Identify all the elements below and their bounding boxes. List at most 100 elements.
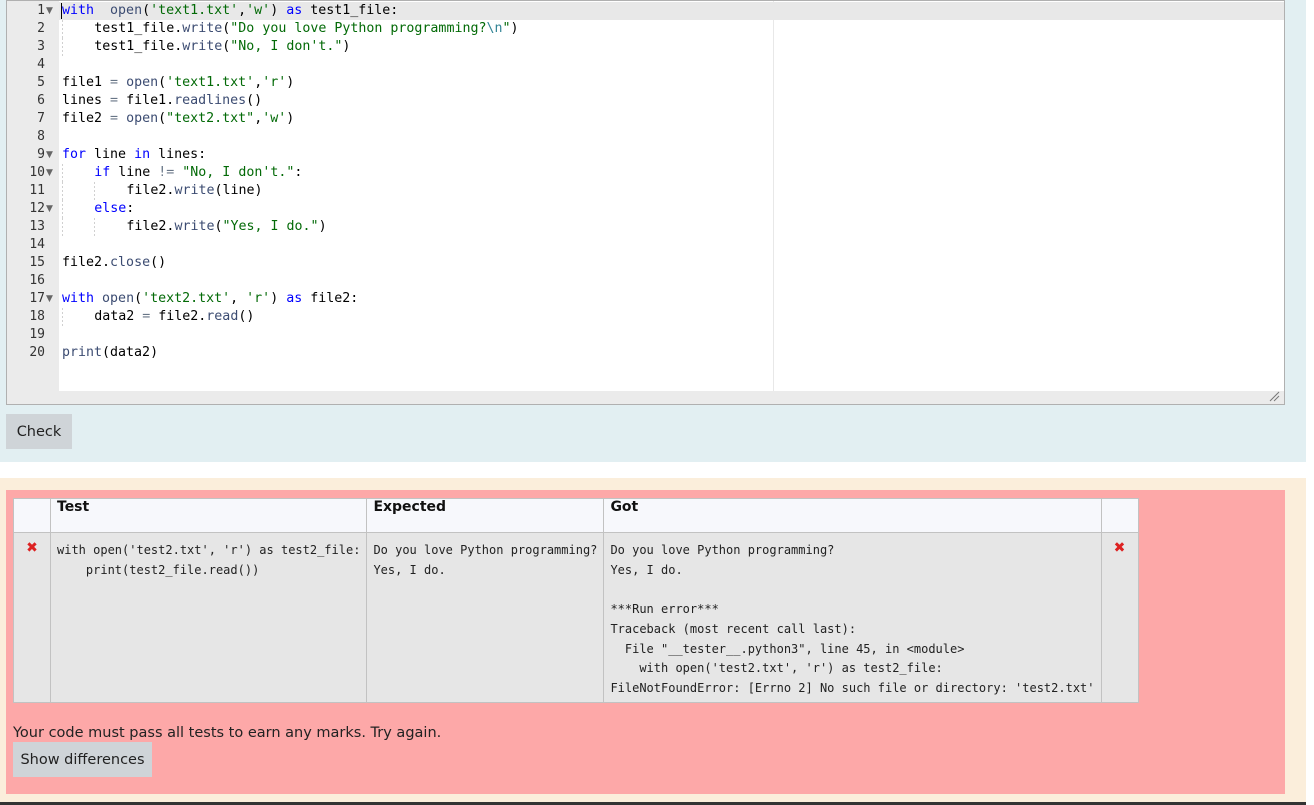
line-number: 3 bbox=[37, 39, 45, 54]
line-number: 14 bbox=[29, 237, 45, 252]
code-token: "Do you love Python programming? bbox=[230, 21, 487, 36]
got-column-header: Got bbox=[603, 498, 1102, 533]
code-token: write bbox=[174, 183, 215, 198]
code-token: file1. bbox=[118, 93, 175, 108]
code-token: : bbox=[294, 165, 303, 180]
indent-guide bbox=[62, 164, 63, 182]
code-token: , bbox=[254, 75, 263, 90]
line-number: 5 bbox=[37, 75, 45, 90]
line-number: 18 bbox=[29, 309, 45, 324]
code-line[interactable]: file1 = open('text1.txt','r') bbox=[62, 74, 294, 92]
resize-grip-icon[interactable] bbox=[1268, 390, 1280, 402]
line-number: 12 bbox=[29, 201, 45, 216]
code-token: line bbox=[86, 147, 135, 162]
code-token: lines: bbox=[150, 147, 207, 162]
code-token: data2 bbox=[94, 309, 143, 324]
code-line[interactable]: lines = file1.readlines() bbox=[62, 92, 262, 110]
code-token: lines bbox=[62, 93, 111, 108]
fold-arrow-icon[interactable]: ▼ bbox=[46, 146, 53, 164]
code-line[interactable]: for line in lines: bbox=[62, 146, 206, 164]
code-token: = bbox=[110, 75, 119, 90]
code-token: ( bbox=[142, 3, 151, 18]
code-token: with bbox=[62, 3, 95, 18]
code-token: file2: bbox=[302, 291, 359, 306]
code-token: ) bbox=[286, 75, 295, 90]
code-token: print bbox=[62, 345, 103, 360]
results-header-row: Test Expected Got bbox=[13, 498, 1139, 533]
fold-arrow-icon[interactable]: ▼ bbox=[46, 290, 53, 308]
code-line[interactable]: file2.write("Yes, I do.") bbox=[126, 218, 326, 236]
line-number: 8 bbox=[37, 129, 45, 144]
expected-column-header: Expected bbox=[366, 498, 605, 533]
code-line[interactable]: file2.close() bbox=[62, 254, 166, 272]
code-token: 'w' bbox=[246, 3, 271, 18]
table-row: ✖ with open('test2.txt', 'r') as test2_f… bbox=[13, 532, 1139, 703]
code-token: 'r' bbox=[246, 291, 271, 306]
code-token: = bbox=[110, 93, 119, 108]
code-token: test1_file: bbox=[302, 3, 399, 18]
check-button[interactable]: Check bbox=[6, 414, 72, 449]
code-token: (line) bbox=[214, 183, 263, 198]
fold-arrow-icon[interactable]: ▼ bbox=[46, 2, 53, 20]
code-editor[interactable]: 1 ▼ 2 3 4 5 6 7 8 9 ▼ 10 ▼ 11 12 ▼ 13 14 15 16 17 ▼ 18 19 20 wit… bbox=[6, 0, 1285, 405]
code-line[interactable]: test1_file.write("Do you love Python pro… bbox=[94, 20, 518, 38]
line-number: 16 bbox=[29, 273, 45, 288]
line-number-gutter: 1 ▼ 2 3 4 5 6 7 8 9 ▼ 10 ▼ 11 12 ▼ 13 14 15 16 17 ▼ 18 19 20 bbox=[7, 1, 59, 404]
code-token: file2. bbox=[126, 219, 175, 234]
code-token: != bbox=[158, 165, 175, 180]
code-token: file2. bbox=[126, 183, 175, 198]
code-token: "text2.txt" bbox=[166, 111, 255, 126]
indent-guide bbox=[62, 308, 63, 326]
code-token: "No, I don't." bbox=[230, 39, 343, 54]
indent-guide bbox=[62, 20, 63, 38]
fold-arrow-icon[interactable]: ▼ bbox=[46, 164, 53, 182]
code-line[interactable]: else: bbox=[94, 200, 134, 218]
code-token: ) bbox=[270, 291, 287, 306]
fold-arrow-icon[interactable]: ▼ bbox=[46, 200, 53, 218]
code-line[interactable]: with open('text2.txt', 'r') as file2: bbox=[62, 290, 358, 308]
code-token: ) bbox=[286, 111, 295, 126]
code-token: ) bbox=[318, 219, 327, 234]
got-output: Do you love Python programming? Yes, I d… bbox=[610, 543, 835, 577]
code-token: , bbox=[230, 291, 247, 306]
code-token: open bbox=[110, 3, 143, 18]
line-number: 13 bbox=[29, 219, 45, 234]
code-text-area[interactable]: with open('text1.txt','w') as test1_file… bbox=[59, 1, 1284, 391]
show-differences-button[interactable]: Show differences bbox=[13, 742, 152, 777]
code-token: " bbox=[502, 21, 511, 36]
code-token: as bbox=[286, 3, 303, 18]
code-token: = bbox=[110, 111, 119, 126]
got-cell: Do you love Python programming? Yes, I d… bbox=[603, 532, 1102, 703]
code-token: "No, I don't." bbox=[182, 165, 295, 180]
code-token: ( bbox=[158, 75, 167, 90]
line-number: 9 bbox=[37, 147, 45, 162]
code-token: open bbox=[102, 291, 135, 306]
code-token: write bbox=[182, 21, 223, 36]
code-line[interactable]: file2.write(line) bbox=[126, 182, 262, 200]
code-line[interactable]: if line != "No, I don't.": bbox=[94, 164, 302, 182]
got-error: ***Run error*** Traceback (most recent c… bbox=[610, 602, 1095, 695]
code-token: write bbox=[182, 39, 223, 54]
feedback-message: Your code must pass all tests to earn an… bbox=[13, 725, 442, 741]
code-line[interactable]: print(data2) bbox=[62, 344, 158, 362]
code-line[interactable]: test1_file.write("No, I don't.") bbox=[94, 38, 350, 56]
code-token: line bbox=[110, 165, 159, 180]
code-token: else bbox=[94, 201, 127, 216]
code-token: "Yes, I do." bbox=[222, 219, 319, 234]
code-token: with bbox=[62, 291, 95, 306]
code-token: () bbox=[150, 255, 167, 270]
code-line[interactable]: data2 = file2.read() bbox=[94, 308, 254, 326]
code-line[interactable]: with open('text1.txt','w') as test1_file… bbox=[62, 2, 398, 20]
code-token: in bbox=[134, 147, 151, 162]
code-token: : bbox=[126, 201, 135, 216]
line-number: 2 bbox=[37, 21, 45, 36]
code-token: close bbox=[110, 255, 151, 270]
code-line[interactable]: file2 = open("text2.txt",'w') bbox=[62, 110, 294, 128]
line-number: 19 bbox=[29, 327, 45, 342]
code-token: 'text1.txt' bbox=[150, 3, 239, 18]
code-token: ) bbox=[270, 3, 287, 18]
code-token: test1_file. bbox=[94, 39, 183, 54]
close-icon: ✖ bbox=[1113, 540, 1126, 556]
code-token: ) bbox=[510, 21, 519, 36]
